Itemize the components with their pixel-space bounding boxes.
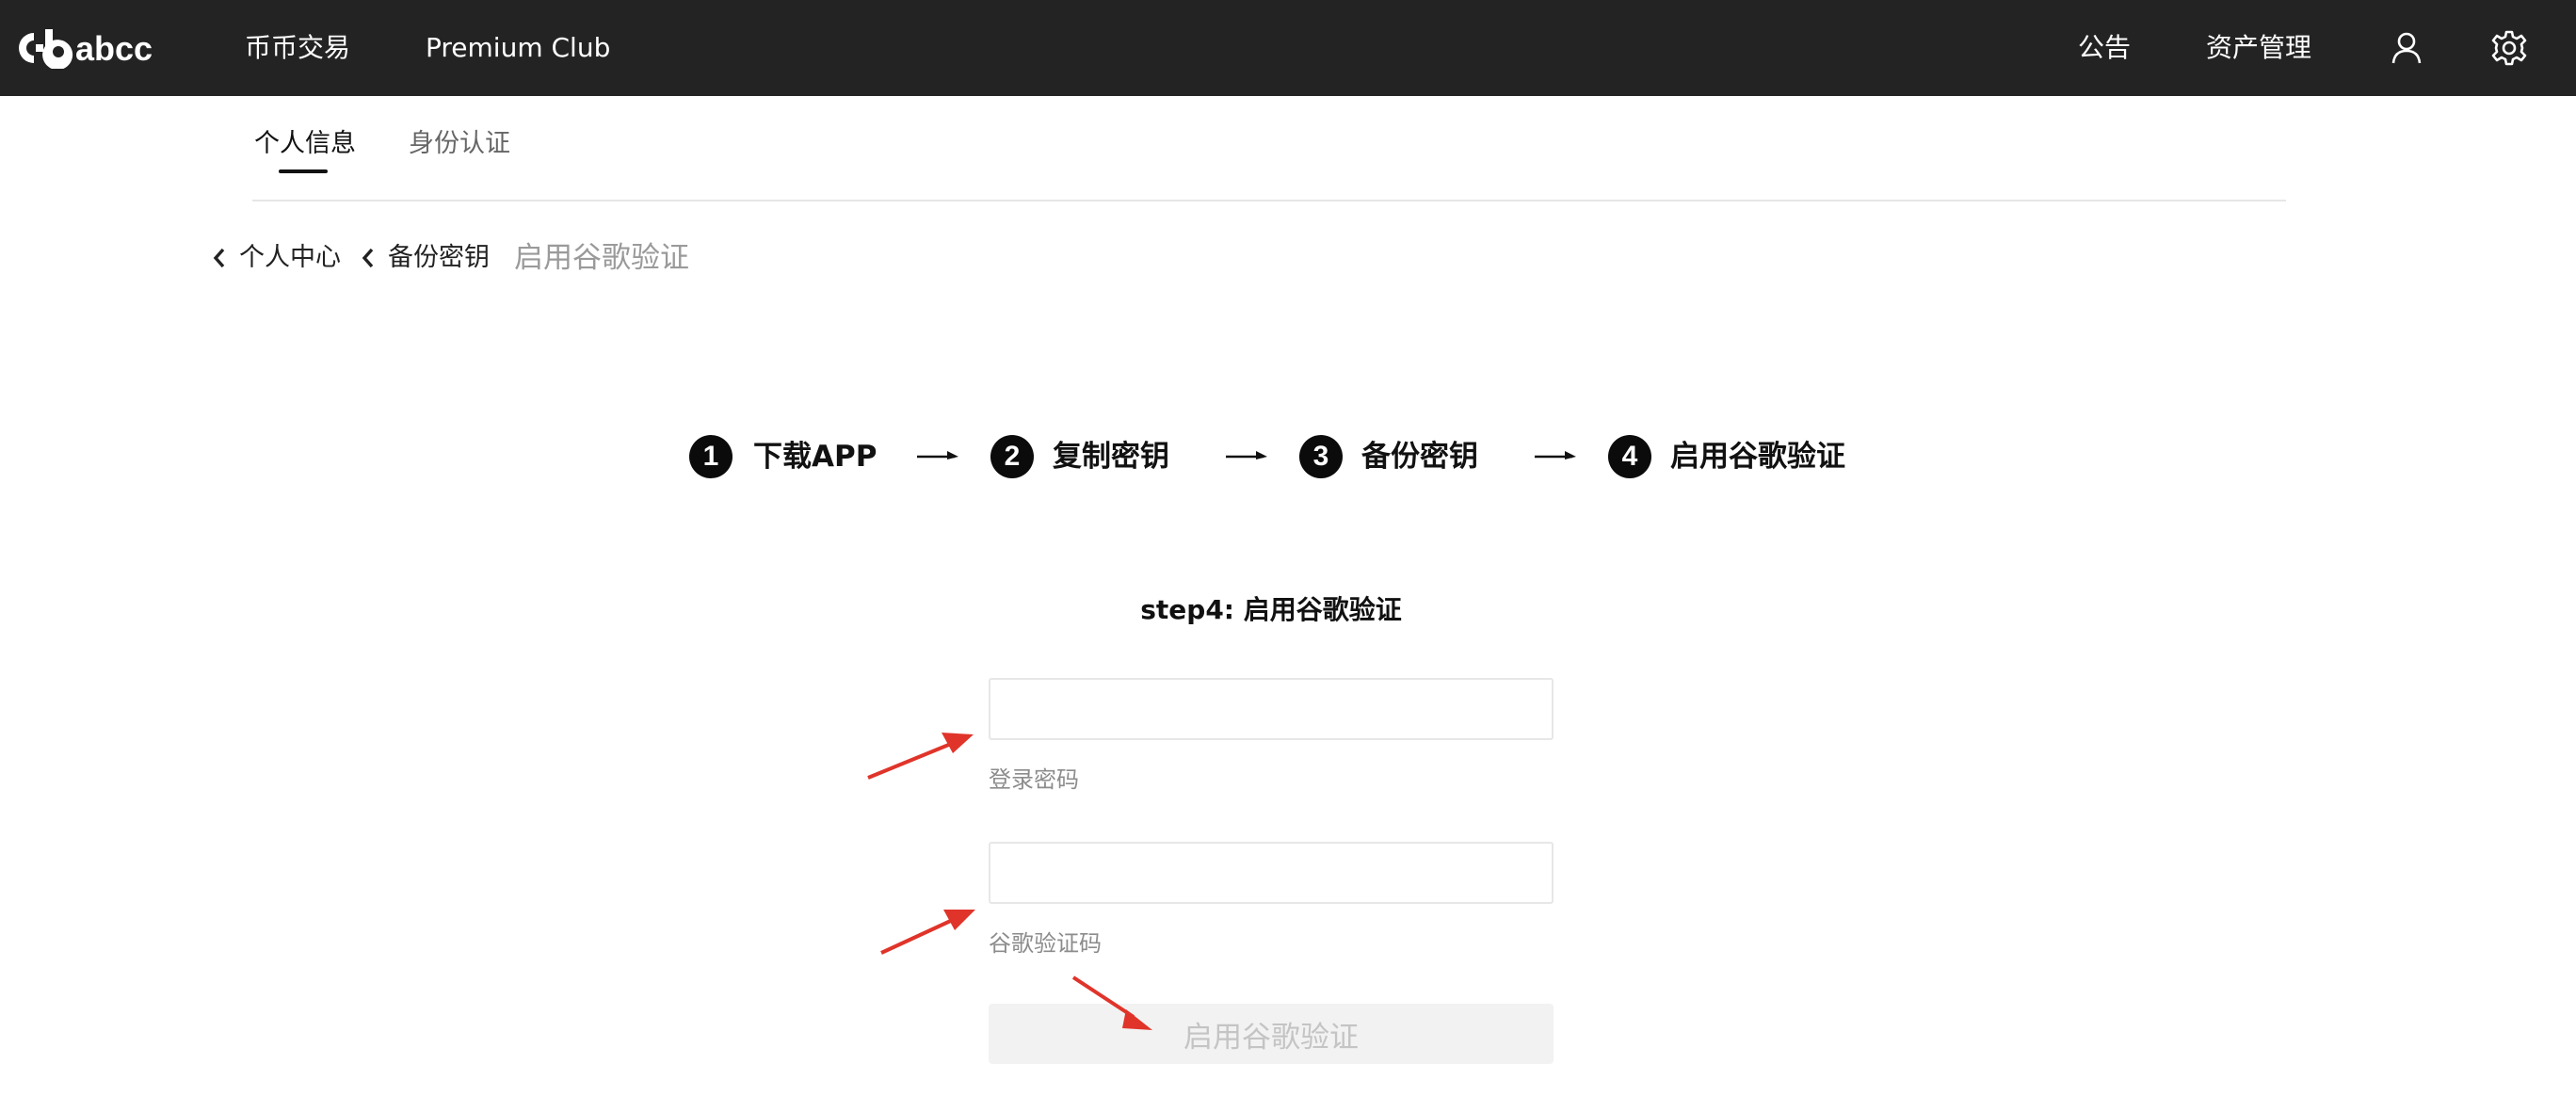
step-label-backup-key: 备份密钥 <box>1361 440 1478 474</box>
breadcrumb-label: 备份密钥 <box>388 243 490 272</box>
annotation-arrow <box>880 910 975 955</box>
step-number: 3 <box>1299 435 1343 478</box>
login-password-label: 登录密码 <box>989 766 1079 793</box>
arrow-right-icon <box>1535 451 1576 459</box>
step-label-enable-google-auth: 启用谷歌验证 <box>1670 440 1845 474</box>
step-number: 1 <box>689 435 733 478</box>
profile-tabs: 个人信息 身份认证 <box>252 96 2286 201</box>
step-number: 4 <box>1608 435 1651 478</box>
arrow-right-icon <box>1226 451 1267 459</box>
login-password-input[interactable] <box>989 678 1554 740</box>
breadcrumb-current: 启用谷歌验证 <box>514 241 689 275</box>
step-number: 2 <box>990 435 1034 478</box>
user-icon[interactable] <box>2385 26 2428 70</box>
form-step-title: step4: 启用谷歌验证 <box>1140 594 1402 625</box>
logo-wordmark: abcc <box>75 29 153 68</box>
chevron-left-icon <box>213 248 225 268</box>
active-tab-indicator <box>279 169 328 173</box>
arrow-right-icon <box>917 451 958 459</box>
tabs-divider <box>252 200 2286 201</box>
nav-premium-club[interactable]: Premium Club <box>426 26 610 70</box>
chevron-left-icon <box>362 248 374 268</box>
breadcrumb-backup-key[interactable]: 备份密钥 <box>358 239 490 277</box>
top-navbar: abcc 币币交易 Premium Club 公告 资产管理 <box>0 0 2576 96</box>
step-label-copy-key: 复制密钥 <box>1053 440 1169 474</box>
setup-stepper: 1 下载APP 2 复制密钥 3 备份密钥 4 启用谷歌验证 <box>0 433 2576 480</box>
google-code-label: 谷歌验证码 <box>989 930 1102 957</box>
annotation-arrow <box>867 733 974 780</box>
breadcrumb-personal-center[interactable]: 个人中心 <box>209 239 341 277</box>
nav-spot-trading[interactable]: 币币交易 <box>245 26 350 70</box>
nav-announcements[interactable]: 公告 <box>2078 26 2131 70</box>
google-code-input[interactable] <box>989 842 1554 904</box>
step-label-download-app: 下载APP <box>753 440 877 474</box>
gear-icon[interactable] <box>2487 26 2531 70</box>
breadcrumb-label: 个人中心 <box>239 243 341 272</box>
nav-asset-management[interactable]: 资产管理 <box>2206 26 2311 70</box>
abcc-logo[interactable]: abcc <box>13 24 173 72</box>
tab-identity-verification[interactable]: 身份认证 <box>409 122 510 159</box>
enable-google-auth-button[interactable]: 启用谷歌验证 <box>989 1004 1554 1064</box>
tab-personal-info[interactable]: 个人信息 <box>254 122 356 159</box>
